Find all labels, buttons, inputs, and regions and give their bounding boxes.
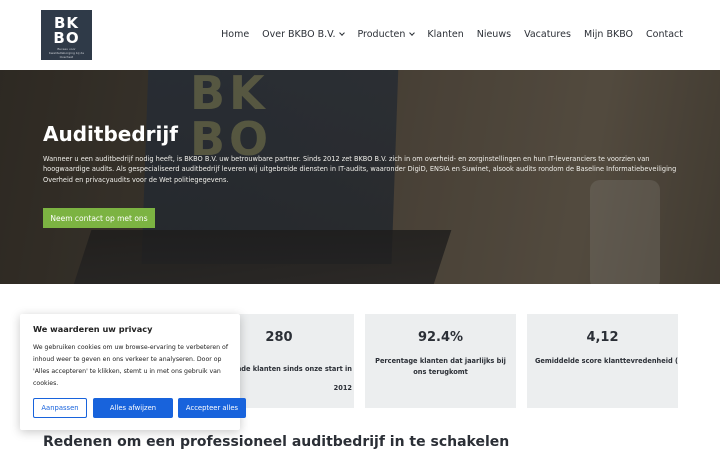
logo-line-2: BO [53, 29, 80, 47]
cookie-reject-all-button[interactable]: Alles afwijzen [93, 398, 173, 418]
nav-item-mijn-bkbo[interactable]: Mijn BKBO [584, 29, 633, 40]
cookie-accept-all-button[interactable]: Accepteer alles [178, 398, 246, 418]
nav-label: Home [221, 29, 250, 40]
section-title: Redenen om een professioneel auditbedrij… [43, 434, 510, 450]
nav-item-contact[interactable]: Contact [646, 29, 683, 40]
stat-card-returning: 92.4% Percentage klanten dat jaarlijks b… [365, 314, 516, 408]
nav-label: Vacatures [524, 29, 571, 40]
chevron-down-icon [409, 30, 416, 36]
hero-title: Auditbedrijf [43, 122, 178, 146]
site-header: BK BO Bureau voor Kwaliteitsborging bij … [0, 0, 720, 70]
nav-label: Contact [646, 29, 683, 40]
chevron-down-icon [339, 30, 346, 36]
cookie-text: We gebruiken cookies om uw browse-ervari… [33, 344, 229, 387]
hero-description: Wanneer u een auditbedrijf nodig heeft, … [43, 155, 677, 184]
stat-label: Percentage klanten dat jaarlijks bij ons… [375, 357, 506, 376]
main-nav: Home Over BKBO B.V. Producten Klanten Ni… [208, 29, 683, 40]
nav-item-producten[interactable]: Producten [357, 29, 416, 40]
bkbo-logo[interactable]: BK BO Bureau voor Kwaliteitsborging bij … [41, 10, 92, 60]
contact-cta-button[interactable]: Neem contact op met ons [43, 208, 155, 228]
nav-item-over-bkbo[interactable]: Over BKBO B.V. [262, 29, 346, 40]
nav-label: Producten [357, 29, 406, 40]
stat-value: 4,12 [586, 330, 619, 345]
hero-banner: BK BO Auditbedrijf Wanneer u een auditbed… [0, 70, 720, 284]
nav-label: Over BKBO B.V. [262, 29, 336, 40]
stat-card-satisfaction: 4,12 Gemiddelde score klanttevredenheid … [527, 314, 678, 408]
nav-item-vacatures[interactable]: Vacatures [524, 29, 571, 40]
cookie-title: We waarderen uw privacy [33, 324, 153, 334]
nav-item-nieuws[interactable]: Nieuws [477, 29, 511, 40]
cookie-consent-dialog: We waarderen uw privacy We gebruiken coo… [20, 314, 246, 430]
cookie-customize-button[interactable]: Aanpassen [33, 398, 87, 418]
nav-label: Klanten [427, 29, 464, 40]
stat-label: Gemiddelde score klanttevredenheid (nett… [535, 357, 678, 365]
logo-tagline: Bureau voor Kwaliteitsborging bij de Ove… [48, 47, 85, 59]
nav-label: Nieuws [476, 29, 512, 40]
nav-item-klanten[interactable]: Klanten [427, 29, 463, 40]
nav-item-home[interactable]: Home [221, 29, 249, 40]
nav-label: Mijn BKBO [583, 29, 634, 40]
stat-value: 92.4% [417, 330, 464, 345]
